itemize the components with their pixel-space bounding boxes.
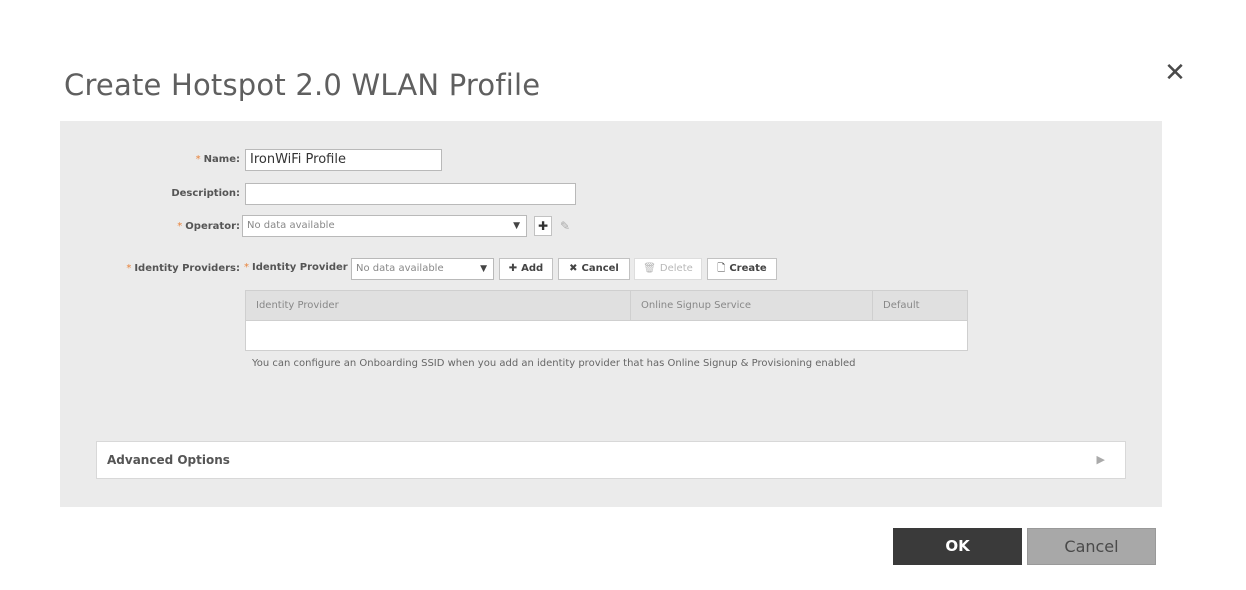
name-input[interactable]: IronWiFi Profile [245, 149, 442, 171]
onboarding-hint: You can configure an Onboarding SSID whe… [252, 358, 856, 369]
dialog-cancel-button[interactable]: Cancel [1027, 528, 1156, 565]
chevron-down-icon: ▼ [480, 264, 487, 274]
identity-providers-label: * Identity Providers: [126, 263, 240, 274]
pencil-icon: ✎ [559, 219, 571, 233]
advanced-options-toggle[interactable]: Advanced Options ▶ [96, 441, 1126, 479]
chevron-down-icon: ▼ [513, 221, 520, 231]
ok-button[interactable]: OK [893, 528, 1022, 565]
description-label: Description: [171, 188, 240, 199]
identity-provider-table: Identity Provider Online Signup Service … [245, 290, 968, 351]
description-input[interactable] [245, 183, 576, 205]
column-header-online-signup-service[interactable]: Online Signup Service [631, 291, 873, 320]
table-header: Identity Provider Online Signup Service … [246, 291, 967, 321]
close-icon[interactable]: ✕ [1162, 60, 1188, 86]
expand-arrow-icon: ▶ [1096, 453, 1105, 466]
column-header-identity-provider[interactable]: Identity Provider [246, 291, 631, 320]
create-button[interactable]: 🗋 Create [707, 258, 777, 280]
document-icon: 🗋 [717, 263, 726, 274]
name-label: * Name: [195, 154, 240, 165]
cancel-button[interactable]: ✖ Cancel [558, 258, 630, 280]
required-mark: * [195, 154, 201, 165]
add-button[interactable]: ✚ Add [499, 258, 553, 280]
x-icon: ✖ [569, 263, 578, 274]
edit-operator-button[interactable]: ✎ [556, 216, 574, 236]
add-operator-button[interactable]: ✚ [534, 216, 552, 236]
operator-label: * Operator: [177, 221, 240, 232]
identity-provider-sublabel: * Identity Provider [244, 262, 348, 273]
plus-icon: ✚ [537, 219, 549, 233]
delete-button[interactable]: 🗑 Delete [634, 258, 702, 280]
column-header-default[interactable]: Default [873, 291, 967, 320]
dialog-title: Create Hotspot 2.0 WLAN Profile [64, 68, 541, 102]
trash-icon: 🗑 [643, 263, 656, 274]
plus-icon: ✚ [508, 263, 518, 274]
identity-provider-select[interactable]: No data available ▼ [351, 258, 494, 280]
advanced-options-label: Advanced Options [107, 453, 230, 467]
operator-select[interactable]: No data available ▼ [242, 215, 527, 237]
